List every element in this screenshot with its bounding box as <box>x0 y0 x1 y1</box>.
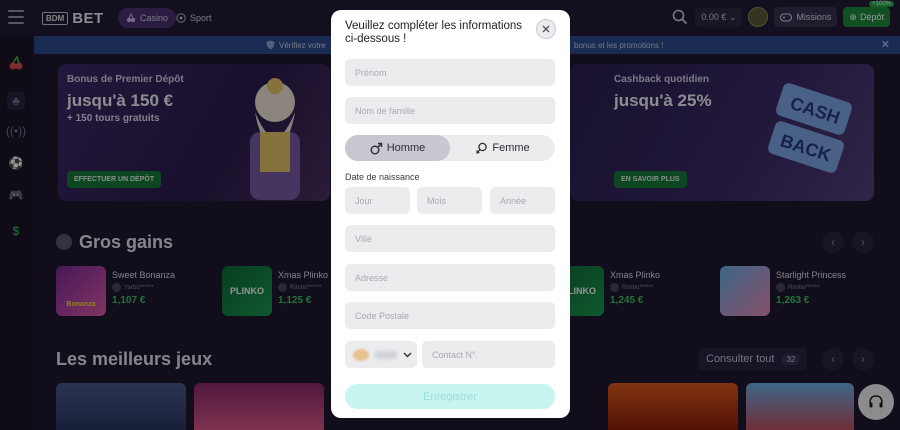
phone-number-input[interactable]: Contact N°. <box>422 341 555 368</box>
female-icon <box>476 142 488 154</box>
gender-male-label: Homme <box>386 142 426 154</box>
gender-male-option[interactable]: Homme <box>345 135 450 161</box>
year-select[interactable]: Année <box>490 187 555 214</box>
address-input[interactable] <box>345 264 555 291</box>
male-icon <box>370 142 382 154</box>
city-input[interactable] <box>345 225 555 252</box>
gender-toggle: Homme Femme <box>345 135 555 161</box>
month-select[interactable]: Mois <box>417 187 482 214</box>
country-flag-icon <box>353 348 369 361</box>
dob-label: Date de naissance <box>345 172 420 182</box>
close-button[interactable] <box>536 19 556 39</box>
postal-code-input[interactable] <box>345 302 555 329</box>
first-name-input[interactable] <box>345 59 555 86</box>
gender-female-option[interactable]: Femme <box>450 135 555 161</box>
day-select[interactable]: Jour <box>345 187 410 214</box>
last-name-input[interactable] <box>345 97 555 124</box>
profile-completion-modal: Veuillez compléter les informations ci-d… <box>331 10 570 418</box>
country-code <box>375 350 397 359</box>
gender-female-label: Femme <box>492 142 530 154</box>
modal-title: Veuillez compléter les informations ci-d… <box>345 20 523 45</box>
save-button[interactable]: Enregistrer <box>345 384 555 409</box>
country-code-select[interactable] <box>345 341 417 368</box>
close-icon <box>542 25 550 33</box>
chevron-down-icon <box>403 352 412 357</box>
